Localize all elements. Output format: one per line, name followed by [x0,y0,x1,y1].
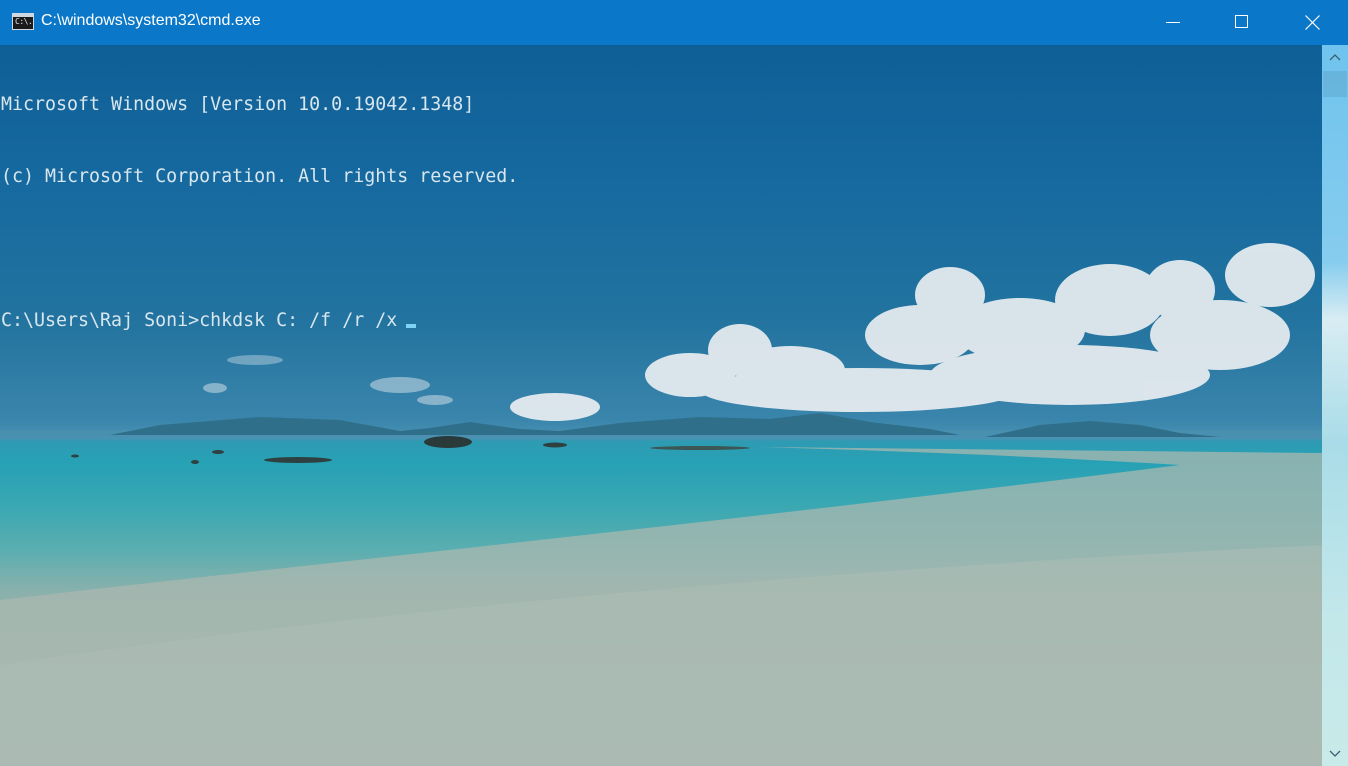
maximize-button[interactable] [1208,0,1278,45]
terminal-text: Microsoft Windows [Version 10.0.19042.13… [1,45,518,381]
chevron-down-icon [1329,750,1341,757]
cmd-window: C:\. C:\windows\system32\cmd.exe Microso… [0,0,1348,766]
scroll-down-button[interactable] [1322,742,1348,766]
chevron-up-icon [1329,54,1341,61]
window-title: C:\windows\system32\cmd.exe [41,12,261,29]
scroll-up-button[interactable] [1322,45,1348,69]
vertical-scrollbar[interactable] [1322,45,1348,766]
scroll-thumb[interactable] [1323,71,1347,97]
close-button[interactable] [1278,0,1348,45]
text-cursor [406,324,417,328]
console-line: Microsoft Windows [Version 10.0.19042.13… [1,94,475,115]
cmd-icon[interactable]: C:\. [12,13,34,30]
command-prompt: C:\Users\Raj Soni>chkdsk C: /f /r /x [1,310,398,331]
title-bar[interactable]: C:\. C:\windows\system32\cmd.exe [0,0,1348,45]
minimize-button[interactable] [1138,0,1208,45]
console-prompt-line[interactable]: C:\Users\Raj Soni>chkdsk C: /f /r /x [1,309,518,333]
console-output[interactable]: Microsoft Windows [Version 10.0.19042.13… [0,45,1322,766]
console-line: (c) Microsoft Corporation. All rights re… [1,166,519,187]
close-icon [1305,15,1320,30]
cmd-icon-label: C:\. [15,17,33,26]
